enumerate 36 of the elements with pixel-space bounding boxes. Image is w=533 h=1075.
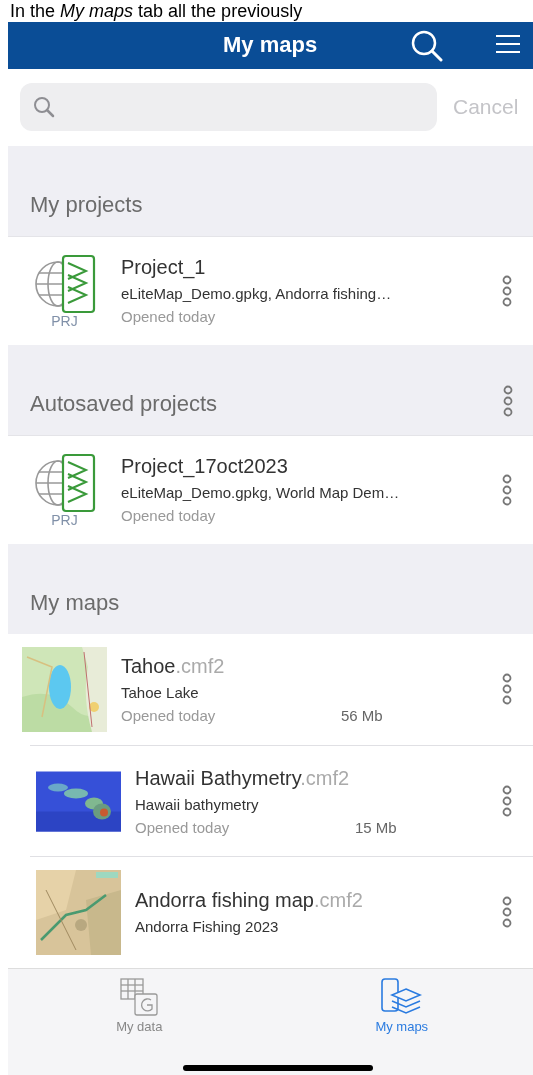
opened-date: Opened today (135, 818, 231, 836)
section-title: Autosaved projects (30, 390, 218, 417)
more-icon (502, 275, 512, 307)
item-title: Project_1 (121, 256, 207, 280)
caption-text: In the My maps tab all the previously (10, 0, 303, 22)
search-icon (32, 95, 56, 120)
search-icon[interactable] (410, 30, 444, 62)
item-detail: Andorra Fishing 2023 (135, 918, 280, 936)
search-field[interactable] (20, 83, 437, 132)
opened-date: Opened today (121, 507, 217, 525)
layers-icon (379, 976, 424, 1017)
file-size: 56 Mb (341, 706, 383, 724)
file-type-label: PRJ (51, 511, 78, 528)
item-detail: Hawaii bathymetry (135, 795, 260, 813)
tab[interactable]: My maps (270, 968, 533, 1075)
item-title: Hawaii Bathymetry.cmf2 (135, 766, 351, 790)
opened-date: Opened today (121, 308, 217, 326)
file-type-label: PRJ (51, 313, 78, 329)
screen-title: My maps (223, 32, 318, 59)
opened-date: Opened today (121, 706, 217, 724)
section-title: My maps (30, 589, 120, 616)
item-detail: eLiteMap_Demo.gpkg, Andorra fishing… (121, 285, 393, 303)
more-icon (502, 673, 512, 706)
menu-icon[interactable] (496, 34, 520, 54)
table-icon (119, 976, 160, 1017)
more-icon (503, 384, 513, 417)
item-detail: Tahoe Lake (121, 683, 200, 701)
more-icon (502, 896, 512, 929)
item-title: Tahoe.cmf2 (121, 654, 226, 678)
more-icon (502, 785, 512, 818)
item-detail: eLiteMap_Demo.gpkg, World Map Dem… (121, 484, 401, 502)
item-title: Project_17oct2023 (121, 455, 289, 479)
section-title: My projects (30, 191, 143, 218)
file-size: 15 Mb (355, 818, 397, 836)
item-title: Andorra fishing map.cmf2 (135, 889, 364, 913)
more-icon (502, 473, 512, 506)
